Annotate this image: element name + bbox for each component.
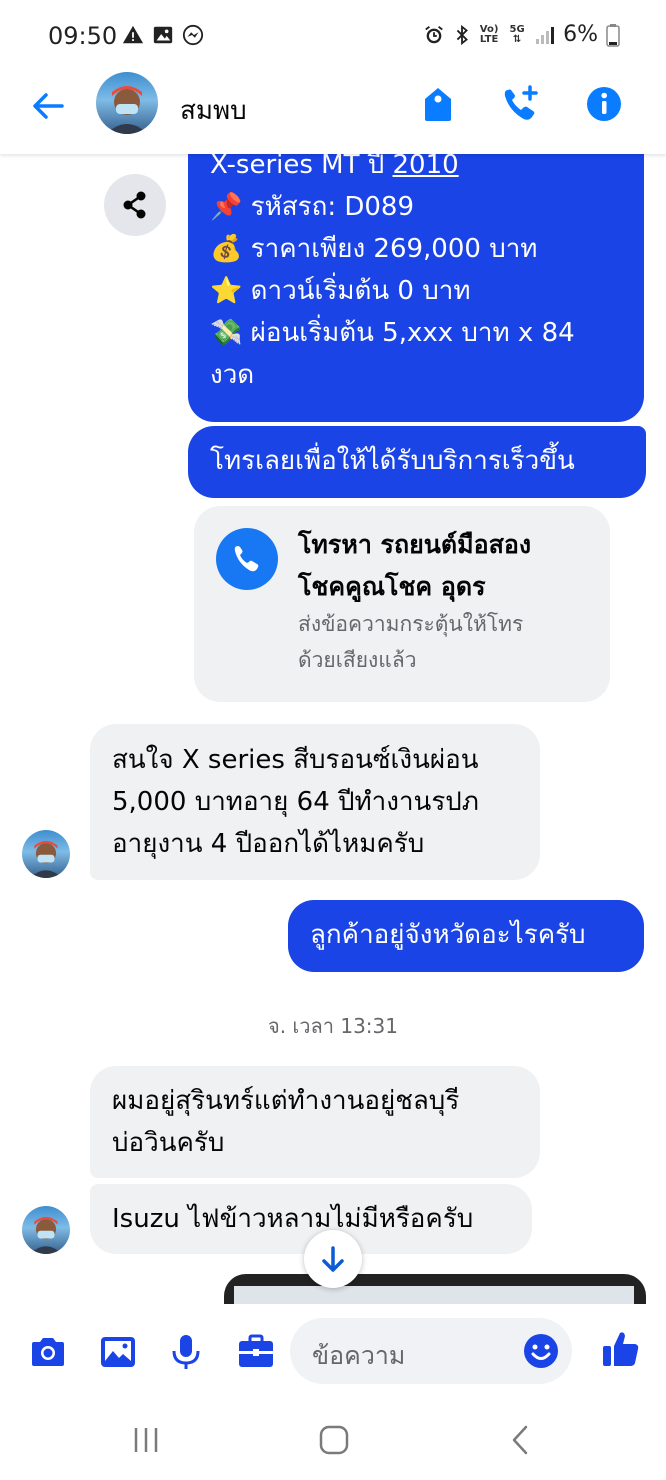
message-input-placeholder: ข้อความ: [312, 1341, 406, 1370]
bluetooth-icon: [456, 24, 469, 45]
listing-line: 💰 ราคาเพียง 269,000 บาท: [210, 234, 538, 264]
contact-avatar[interactable]: [96, 72, 158, 134]
message-line: 5,000 บาทอายุ 64 ปีทำงานรปภ: [112, 787, 479, 817]
like-icon[interactable]: [600, 1328, 642, 1370]
media-thumbnail: [234, 1286, 634, 1304]
back-nav-icon[interactable]: [500, 1420, 540, 1460]
warning-icon: [122, 25, 144, 44]
message-timestamp: จ. เวลา 13:31: [268, 1014, 398, 1038]
call-button[interactable]: [216, 528, 278, 590]
recent-apps-icon[interactable]: [126, 1420, 166, 1460]
chat-header: สมพบ: [0, 72, 666, 154]
alarm-icon: [425, 25, 443, 43]
call-card-sub-line: ด้วยเสียงแล้ว: [298, 648, 417, 672]
arrow-down-icon: [322, 1246, 344, 1272]
call-card-title-line: โชคคูณโชค อุดร: [298, 572, 486, 601]
mic-icon[interactable]: [166, 1332, 206, 1372]
sender-avatar[interactable]: [22, 1206, 70, 1254]
home-icon[interactable]: [314, 1420, 354, 1460]
year-link[interactable]: 2010: [393, 154, 459, 180]
system-navigation-bar: [0, 1400, 666, 1480]
back-arrow-icon[interactable]: [28, 86, 68, 126]
share-icon: [123, 191, 146, 219]
briefcase-icon[interactable]: [236, 1332, 276, 1372]
listing-line: ⭐ ดาวน์เริ่มต้น 0 บาท: [210, 276, 471, 306]
status-right-icons: Vo) LTE 5G ⇅ 6%: [423, 22, 620, 47]
listing-line: 💸 ผ่อนเริ่มต้น 5,xxx บาท x 84: [210, 318, 575, 348]
battery-percent: 6%: [563, 22, 598, 47]
listing-message[interactable]: X-series MT ปี 2010 📌 รหัสรถ: D089 💰 ราค…: [188, 154, 644, 422]
sender-avatar[interactable]: [22, 830, 70, 878]
listing-line: 📌 รหัสรถ: D089: [210, 192, 414, 222]
message-line: บ่อวินครับ: [112, 1128, 225, 1158]
image-notification-icon: [153, 26, 173, 44]
call-card-sub-line: ส่งข้อความกระตุ้นให้โทร: [298, 612, 524, 636]
tag-icon[interactable]: [418, 84, 458, 124]
contact-name[interactable]: สมพบ: [180, 90, 247, 131]
call-prompt-message[interactable]: โทรเลยเพื่อให้ได้รับบริการเร็วขึ้น: [188, 426, 646, 498]
scroll-to-bottom-button[interactable]: [304, 1230, 362, 1288]
status-bar: 09:50 Vo) LTE 5G ⇅ 6%: [0, 0, 666, 72]
emoji-icon[interactable]: [522, 1332, 560, 1370]
message-line: อายุงาน 4 ปีออกได้ไหมครับ: [112, 829, 425, 859]
outgoing-message[interactable]: ลูกค้าอยู่จังหวัดอะไรครับ: [288, 900, 644, 972]
network-label: 5G ⇅: [509, 23, 525, 45]
status-time: 09:50: [48, 22, 118, 50]
listing-line: งวด: [210, 360, 255, 390]
call-card-title-line: โทรหา รถยนต์มือสอง: [298, 530, 532, 559]
call-card-title: โทรหา รถยนต์มือสอง โชคคูณโชค อุดร: [298, 524, 598, 608]
messenger-notification-icon: [182, 24, 204, 46]
message-list[interactable]: X-series MT ปี 2010 📌 รหัสรถ: D089 💰 ราค…: [0, 154, 666, 1304]
incoming-message[interactable]: สนใจ X series สีบรอนซ์เงินผ่อน 5,000 บาท…: [90, 724, 540, 880]
message-input[interactable]: ข้อความ: [290, 1318, 572, 1384]
message-text: ลูกค้าอยู่จังหวัดอะไรครับ: [310, 920, 586, 950]
call-card-subtitle: ส่งข้อความกระตุ้นให้โทร ด้วยเสียงแล้ว: [298, 606, 578, 678]
incoming-message[interactable]: ผมอยู่สุรินทร์แต่ทำงานอยู่ชลบุรี บ่อวินค…: [90, 1066, 540, 1178]
network-type: 5G: [509, 23, 525, 35]
message-line: สนใจ X series สีบรอนซ์เงินผ่อน: [112, 745, 479, 775]
camera-icon[interactable]: [28, 1332, 68, 1372]
status-notification-icons: [122, 24, 204, 46]
share-button[interactable]: [104, 174, 166, 236]
call-add-icon[interactable]: [500, 84, 540, 124]
call-card[interactable]: โทรหา รถยนต์มือสอง โชคคูณโชค อุดร ส่งข้อ…: [194, 506, 610, 702]
call-prompt-text: โทรเลยเพื่อให้ได้รับบริการเร็วขึ้น: [210, 446, 575, 476]
media-message-preview[interactable]: [224, 1274, 646, 1304]
info-icon[interactable]: [584, 84, 624, 124]
listing-line: X-series MT ปี 2010: [210, 154, 622, 186]
message-line: ผมอยู่สุรินทร์แต่ทำงานอยู่ชลบุรี: [112, 1086, 460, 1116]
message-composer: ข้อความ: [0, 1304, 666, 1400]
battery-icon: [606, 23, 620, 47]
message-text: Isuzu ไฟข้าวหลามไม่มีหรือครับ: [112, 1204, 474, 1234]
gallery-icon[interactable]: [98, 1332, 138, 1372]
phone-icon: [234, 546, 259, 572]
volte-label: Vo) LTE: [479, 23, 499, 45]
signal-icon: [536, 26, 555, 44]
